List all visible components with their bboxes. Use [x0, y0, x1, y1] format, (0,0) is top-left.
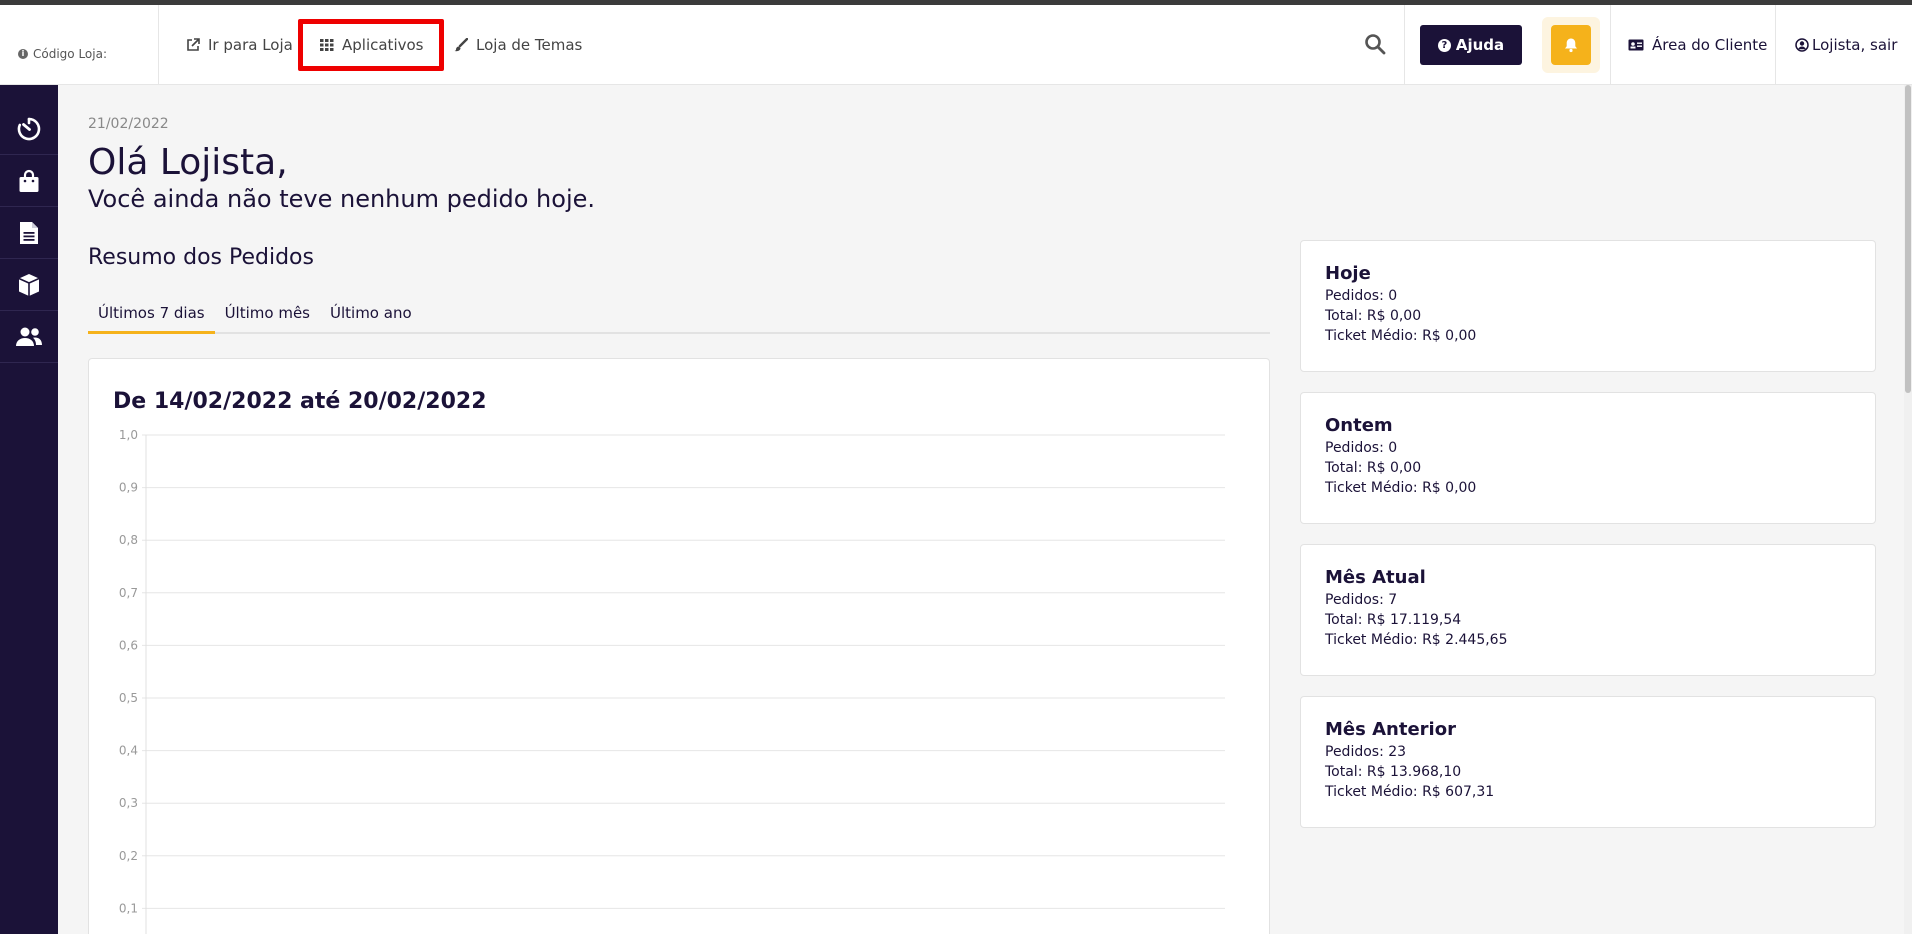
chart-y-tick-label: 0,6: [119, 638, 138, 652]
shopping-bag-icon: [19, 169, 39, 192]
stat-title: Ontem: [1325, 415, 1393, 436]
stat-title: Mês Atual: [1325, 567, 1426, 588]
sidebar-item-dashboard[interactable]: [0, 103, 58, 155]
brush-icon: [454, 38, 468, 52]
external-link-icon: [187, 38, 200, 51]
page-scrollbar[interactable]: [1904, 85, 1912, 934]
tab-last-year[interactable]: Último ano: [320, 298, 422, 334]
search-button[interactable]: [1364, 33, 1388, 57]
user-circle-icon: [1795, 38, 1809, 52]
stat-total: Total: R$ 17.119,54: [1325, 612, 1462, 628]
help-button[interactable]: ? Ajuda: [1420, 25, 1522, 65]
chart-y-tick-label: 1,0: [119, 428, 138, 442]
info-icon: i: [18, 49, 28, 59]
nav-go-to-store-label: Ir para Loja: [208, 36, 293, 54]
nav-theme-store[interactable]: Loja de Temas: [454, 5, 582, 85]
period-tabs: Últimos 7 dias Último mês Último ano: [88, 298, 1270, 334]
stat-ticket: Ticket Médio: R$ 0,00: [1325, 480, 1477, 496]
stat-orders: Pedidos: 0: [1325, 440, 1398, 456]
grid-icon: [320, 39, 334, 51]
chart-y-tick-label: 0,3: [119, 796, 138, 810]
users-icon: [16, 327, 42, 346]
header-divider: [1610, 5, 1611, 85]
stat-orders: Pedidos: 7: [1325, 592, 1398, 608]
notifications-button[interactable]: [1551, 25, 1591, 65]
stat-ticket: Ticket Médio: R$ 2.445,65: [1325, 632, 1508, 648]
current-date: 21/02/2022: [88, 116, 169, 132]
stat-ticket: Ticket Médio: R$ 0,00: [1325, 328, 1477, 344]
nav-apps[interactable]: Aplicativos: [320, 5, 423, 85]
stat-orders: Pedidos: 0: [1325, 288, 1398, 304]
help-button-label: Ajuda: [1455, 36, 1505, 54]
chart-y-tick-label: 0,1: [119, 901, 138, 915]
sidebar-item-products[interactable]: [0, 259, 58, 311]
dashboard-timer-icon: [17, 117, 41, 140]
search-icon: [1365, 34, 1386, 55]
account-logout-link[interactable]: Lojista, sair: [1795, 5, 1897, 85]
header-divider: [158, 5, 159, 85]
bell-icon: [1565, 38, 1577, 53]
stat-card-current-month: Mês Atual Pedidos: 7 Total: R$ 17.119,54…: [1300, 544, 1876, 676]
tab-last-7-days[interactable]: Últimos 7 dias: [88, 298, 215, 334]
stat-card-previous-month: Mês Anterior Pedidos: 23 Total: R$ 13.96…: [1300, 696, 1876, 828]
question-icon: ?: [1437, 38, 1451, 52]
stat-orders: Pedidos: 23: [1325, 744, 1407, 760]
notifications-wrapper: [1542, 17, 1600, 73]
client-area-label: Área do Cliente: [1652, 36, 1768, 54]
chart-y-tick-label: 0,5: [119, 691, 138, 705]
greeting-subtitle: Você ainda não teve nenhum pedido hoje.: [88, 185, 596, 213]
scrollbar-thumb[interactable]: [1905, 85, 1911, 393]
chart-y-tick-label: 0,9: [119, 481, 138, 495]
top-header: i Código Loja: Ir para Loja Aplicativos …: [0, 5, 1912, 85]
client-area-link[interactable]: Área do Cliente: [1628, 5, 1767, 85]
chart-y-tick-label: 0,2: [119, 849, 138, 863]
sidebar-item-customers[interactable]: [0, 311, 58, 363]
box-icon: [18, 273, 40, 296]
stat-title: Hoje: [1325, 263, 1371, 284]
nav-apps-label: Aplicativos: [342, 36, 424, 54]
account-label: Lojista, sair: [1812, 36, 1898, 54]
store-code: i Código Loja:: [18, 47, 107, 61]
sidebar: [0, 85, 58, 934]
chart-y-tick-label: 0,8: [119, 533, 138, 547]
sidebar-item-documents[interactable]: [0, 207, 58, 259]
stat-total: Total: R$ 0,00: [1325, 460, 1422, 476]
id-card-icon: [1628, 39, 1644, 51]
stat-card-yesterday: Ontem Pedidos: 0 Total: R$ 0,00 Ticket M…: [1300, 392, 1876, 524]
chart-y-tick-label: 0,4: [119, 744, 138, 758]
chart-y-tick-label: 0,7: [119, 586, 138, 600]
store-code-label: Código Loja:: [33, 47, 107, 61]
tab-last-month[interactable]: Último mês: [215, 298, 320, 334]
orders-chart: 1,0 0,9 0,8 0,7 0,6 0,5 0,4 0,3 0,2 0,1: [119, 428, 1225, 934]
orders-chart-card: 1,0 0,9 0,8 0,7 0,6 0,5 0,4 0,3 0,2 0,1 De 14/02/…: [88, 358, 1270, 934]
chart-title: De 14/02/2022 até 20/02/2022: [113, 389, 487, 414]
stat-ticket: Ticket Médio: R$ 607,31: [1325, 784, 1495, 800]
document-icon: [20, 221, 38, 244]
stat-total: Total: R$ 13.968,10: [1325, 764, 1462, 780]
nav-go-to-store[interactable]: Ir para Loja: [186, 5, 293, 85]
header-divider: [1775, 5, 1776, 85]
greeting-title: Olá Lojista,: [88, 142, 288, 183]
stat-card-today: Hoje Pedidos: 0 Total: R$ 0,00 Ticket Mé…: [1300, 240, 1876, 372]
sidebar-item-orders[interactable]: [0, 155, 58, 207]
nav-theme-store-label: Loja de Temas: [476, 36, 583, 54]
stat-total: Total: R$ 0,00: [1325, 308, 1422, 324]
header-divider: [1404, 5, 1405, 85]
stat-title: Mês Anterior: [1325, 719, 1456, 740]
orders-summary-title: Resumo dos Pedidos: [88, 245, 314, 270]
